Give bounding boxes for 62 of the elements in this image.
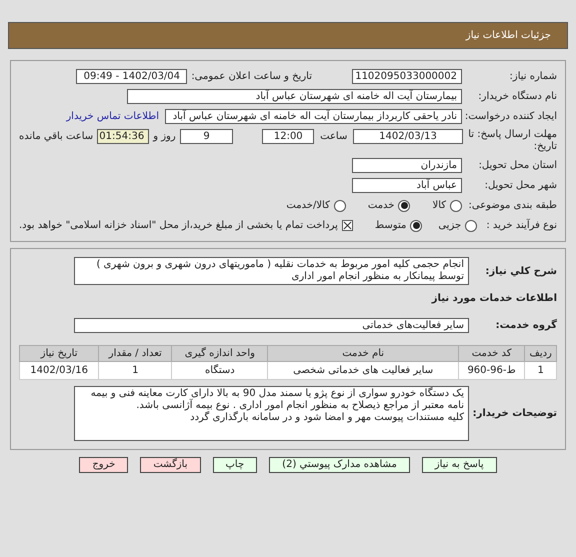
text-field[interactable]: سایر فعالیت‌های خدماتی xyxy=(74,318,469,333)
notes-text: کلیه مستندات پیوست مهر و امضا شود و در سامانه بارگذاری گردد xyxy=(189,412,464,424)
page-title: جزئیات اطلاعات نیاز xyxy=(466,29,551,43)
field-label: نوع فرآیند خرید : xyxy=(485,218,557,233)
text-field[interactable]: 1102095033000002 xyxy=(352,69,462,84)
text-field[interactable]: 01:54:36 xyxy=(97,129,150,144)
field-label: شهر محل تحویل: xyxy=(484,179,557,193)
buyer-contact-link[interactable]: اطلاعات تماس خریدار xyxy=(66,109,159,124)
column-header: نام خدمت xyxy=(268,346,458,362)
text-field[interactable]: 12:00 xyxy=(262,129,314,144)
table-cell: 1 xyxy=(524,362,556,380)
action-button[interactable]: بازگشت xyxy=(140,457,200,473)
field-label: کالا/خدمت xyxy=(286,199,330,213)
column-header: تاریخ نیاز xyxy=(20,346,99,362)
text-field[interactable]: عباس آباد xyxy=(352,178,462,193)
text-field[interactable]: بیمارستان آیت اله خامنه ای شهرستان عباس آباد xyxy=(127,89,462,104)
column-header: ردیف xyxy=(524,346,556,362)
action-button[interactable]: مشاهده مدارک پیوستي (2) xyxy=(269,457,410,473)
section-heading: اطلاعات خدمات مورد نياز xyxy=(430,292,557,306)
action-button[interactable]: چاپ xyxy=(212,457,258,473)
field-label: ایجاد کننده درخواست: xyxy=(464,110,557,124)
field-label: ساعت باقي مانده xyxy=(19,130,94,144)
table-cell: 1 xyxy=(98,362,172,380)
action-button[interactable]: پاسخ به نیاز xyxy=(422,457,497,473)
field-label: پرداخت تمام یا بخشی از مبلغ خرید،از محل "اسناد خزانه اسلامی" خواهد بود. xyxy=(19,219,338,233)
radio-button[interactable] xyxy=(410,220,422,232)
field-label: نام دستگاه خریدار: xyxy=(477,89,557,104)
text-field[interactable]: مازندران xyxy=(352,158,462,173)
field-label: ساعت xyxy=(320,130,348,144)
field-label: توضیحات خریدار: xyxy=(472,407,557,421)
radio-button[interactable] xyxy=(398,200,410,212)
notes-text: یک دستگاه خودرو سواری از نوع پژو یا سمند مدل 90 به بالا دارای کارت معاینه فنی و بیمه نامه معتبر از مراجع ذیصلاح به منظور انجام امور اداری . نوع بیمه آژانسی باشد. xyxy=(90,388,464,411)
text-field[interactable]: 9 xyxy=(180,129,234,144)
cross-icon xyxy=(342,221,352,230)
action-button[interactable]: خروج xyxy=(79,457,128,473)
table-cell: 1402/03/16 xyxy=(20,362,99,380)
column-header: تعداد / مقدار xyxy=(98,346,172,362)
radio-button[interactable] xyxy=(450,200,462,212)
column-header: کد خدمت xyxy=(458,346,525,362)
field-label: گروه خدمت: xyxy=(494,318,557,333)
checkbox[interactable] xyxy=(342,220,353,231)
radio-button[interactable] xyxy=(334,200,346,212)
field-label: شرح کلي نياز: xyxy=(484,264,557,278)
field-label: استان محل تحویل: xyxy=(478,159,557,173)
field-label: روز و xyxy=(153,130,176,144)
text-field[interactable]: 1402/03/04 - 09:49 xyxy=(76,69,188,84)
field-label: خدمت xyxy=(368,199,394,213)
table-cell: ط-96-960 xyxy=(458,362,525,380)
field-label: تاریخ و ساعت اعلان عمومی: xyxy=(191,70,312,84)
radio-button[interactable] xyxy=(465,220,478,232)
text-field[interactable]: 1402/03/13 xyxy=(353,129,463,144)
table-cell: دستگاه xyxy=(172,362,268,380)
text-field[interactable]: نادر یاحقی کاربرداز بیمارستان آیت اله خامنه ای شهرستان عباس آباد xyxy=(165,109,462,124)
field-label: متوسط xyxy=(374,219,406,233)
field-label: جزیی xyxy=(438,219,462,233)
field-label: مهلت ارسال پاسخ: تا تاریخ: xyxy=(467,129,557,153)
table-cell: سایر فعالیت های خدماتی شخصی xyxy=(268,362,458,380)
summary-box: انجام حجمی کلیه امور مربوط به خدمات نقلیه ( ماموریتهای درون شهری و برون شهری ) توسط پیمانکار به منظور انجام امور اداری xyxy=(74,257,469,285)
field-label: شماره نیاز: xyxy=(508,70,557,84)
field-label: کالا xyxy=(432,199,446,213)
field-label: طبقه بندی موضوعی: xyxy=(468,199,557,213)
column-header: واحد اندازه گیری xyxy=(172,346,268,362)
